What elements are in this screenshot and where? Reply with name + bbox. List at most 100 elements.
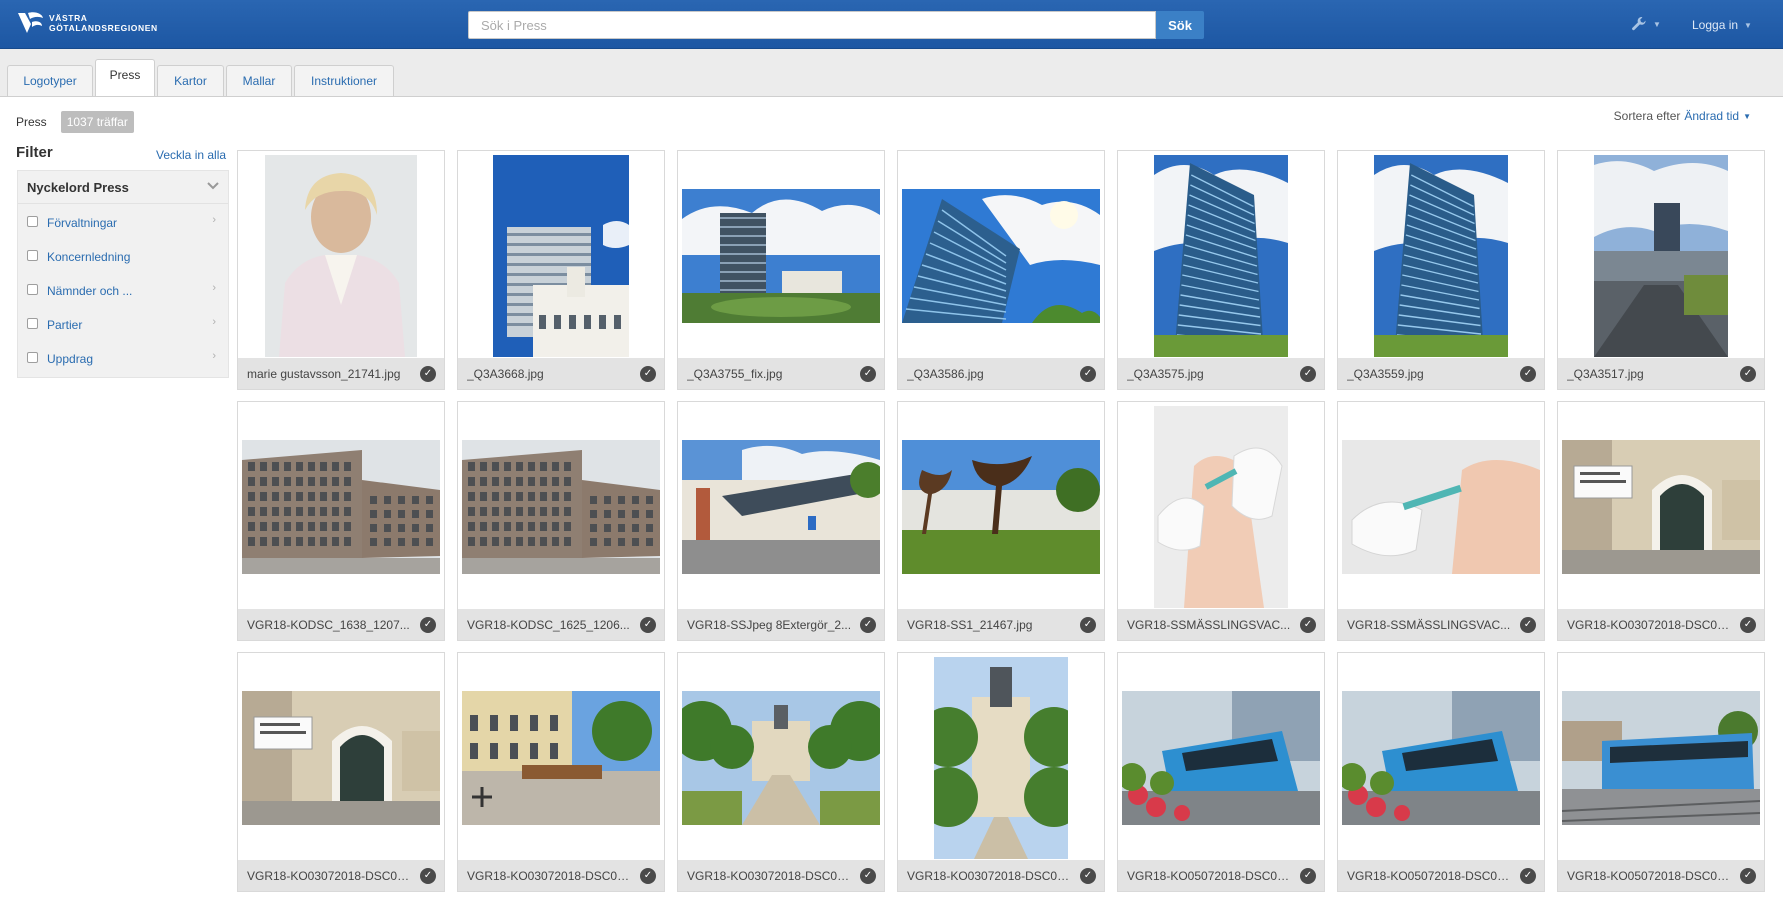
image-thumbnail[interactable]	[242, 155, 440, 357]
tab-mallar[interactable]: Mallar	[226, 65, 292, 96]
image-thumbnail[interactable]	[1122, 155, 1320, 357]
select-check-icon[interactable]: ✓	[1300, 617, 1316, 633]
login-menu[interactable]: Logga in ▼	[1692, 18, 1752, 32]
image-card[interactable]: _Q3A3559.jpg ✓	[1337, 150, 1545, 390]
filter-item-label[interactable]: Förvaltningar	[47, 216, 117, 230]
chevron-down-icon[interactable]: ▼	[1743, 112, 1751, 121]
tab-kartor[interactable]: Kartor	[157, 65, 224, 96]
filter-checkbox[interactable]	[27, 283, 38, 295]
image-thumbnail[interactable]	[682, 657, 880, 859]
image-thumbnail[interactable]	[462, 657, 660, 859]
image-card[interactable]: VGR18-KO05072018-DSC01... ✓	[1337, 652, 1545, 892]
filter-checkbox[interactable]	[27, 351, 38, 363]
image-caption: VGR18-KO05072018-DSC01...	[1127, 868, 1292, 883]
sort-dropdown[interactable]: Ändrad tid	[1684, 109, 1739, 123]
vgr-logo-mark-icon	[18, 12, 43, 33]
tab-press[interactable]: Press	[95, 59, 155, 97]
select-check-icon[interactable]: ✓	[1520, 868, 1536, 884]
image-thumbnail[interactable]	[1122, 657, 1320, 859]
image-card[interactable]: _Q3A3755_fix.jpg ✓	[677, 150, 885, 390]
image-thumbnail[interactable]	[462, 155, 660, 357]
select-check-icon[interactable]: ✓	[860, 868, 876, 884]
chevron-right-icon[interactable]: ›	[212, 316, 216, 328]
image-caption: _Q3A3755_fix.jpg	[687, 366, 783, 381]
select-check-icon[interactable]: ✓	[1740, 617, 1756, 633]
image-thumbnail[interactable]	[1122, 406, 1320, 608]
select-check-icon[interactable]: ✓	[1740, 366, 1756, 382]
image-card[interactable]: _Q3A3668.jpg ✓	[457, 150, 665, 390]
chevron-right-icon[interactable]: ›	[212, 350, 216, 362]
image-card[interactable]: VGR18-SSMÄSSLINGSVAC... ✓	[1337, 401, 1545, 641]
filter-item-label[interactable]: Koncernledning	[47, 250, 130, 264]
select-check-icon[interactable]: ✓	[1080, 868, 1096, 884]
image-card[interactable]: VGR18-KO03072018-DSC01... ✓	[237, 652, 445, 892]
select-check-icon[interactable]: ✓	[1080, 617, 1096, 633]
image-card[interactable]: VGR18-KO03072018-DSC01... ✓	[457, 652, 665, 892]
image-card[interactable]: _Q3A3517.jpg ✓	[1557, 150, 1765, 390]
image-card[interactable]: _Q3A3586.jpg ✓	[897, 150, 1105, 390]
tab-instruktioner[interactable]: Instruktioner	[294, 65, 394, 96]
select-check-icon[interactable]: ✓	[1520, 366, 1536, 382]
collapse-all-link[interactable]: Veckla in alla	[156, 148, 226, 162]
select-check-icon[interactable]: ✓	[860, 617, 876, 633]
select-check-icon[interactable]: ✓	[1300, 366, 1316, 382]
filter-item-koncernledning: Koncernledning	[18, 238, 228, 272]
select-check-icon[interactable]: ✓	[420, 617, 436, 633]
filter-item-label[interactable]: Uppdrag	[47, 352, 93, 366]
image-thumbnail[interactable]	[462, 406, 660, 608]
image-card[interactable]: VGR18-KODSC_1638_1207... ✓	[237, 401, 445, 641]
image-thumbnail[interactable]	[1562, 657, 1760, 859]
image-card[interactable]: VGR18-SS1_21467.jpg ✓	[897, 401, 1105, 641]
image-card[interactable]: VGR18-KO05072018-DSC01... ✓	[1557, 652, 1765, 892]
image-card[interactable]: VGR18-KO05072018-DSC01... ✓	[1117, 652, 1325, 892]
filter-checkbox[interactable]	[27, 317, 38, 329]
filter-checkbox[interactable]	[27, 249, 38, 261]
select-check-icon[interactable]: ✓	[1080, 366, 1096, 382]
image-caption-bar: VGR18-SSJpeg 8Extergör_2... ✓	[678, 609, 884, 640]
image-thumbnail[interactable]	[242, 406, 440, 608]
sort-label: Sortera efter	[1613, 109, 1681, 123]
breadcrumb-section[interactable]: Press	[16, 115, 47, 129]
filter-group-header[interactable]: Nyckelord Press	[18, 171, 228, 204]
image-card[interactable]: _Q3A3575.jpg ✓	[1117, 150, 1325, 390]
chevron-right-icon[interactable]: ›	[212, 214, 216, 226]
vgr-logo[interactable]: VÄSTRA GÖTALANDSREGIONEN	[16, 10, 158, 36]
image-thumbnail[interactable]	[902, 657, 1100, 859]
select-check-icon[interactable]: ✓	[640, 366, 656, 382]
image-thumbnail[interactable]	[1342, 657, 1540, 859]
select-check-icon[interactable]: ✓	[860, 366, 876, 382]
filter-item-label[interactable]: Nämnder och ...	[47, 284, 132, 298]
image-thumbnail[interactable]	[242, 657, 440, 859]
search-button[interactable]: Sök	[1156, 11, 1204, 39]
select-check-icon[interactable]: ✓	[420, 366, 436, 382]
search-form: Sök	[468, 11, 1204, 39]
image-card[interactable]: VGR18-KO03072018-DSC01... ✓	[677, 652, 885, 892]
filter-checkbox[interactable]	[27, 215, 38, 227]
image-thumbnail[interactable]	[1342, 406, 1540, 608]
image-thumbnail[interactable]	[902, 155, 1100, 357]
select-check-icon[interactable]: ✓	[1300, 868, 1316, 884]
select-check-icon[interactable]: ✓	[1520, 617, 1536, 633]
search-input[interactable]	[468, 11, 1156, 39]
image-card[interactable]: VGR18-KO03072018-DSC01... ✓	[897, 652, 1105, 892]
select-check-icon[interactable]: ✓	[420, 868, 436, 884]
image-card[interactable]: VGR18-KODSC_1625_1206... ✓	[457, 401, 665, 641]
select-check-icon[interactable]: ✓	[640, 868, 656, 884]
image-card[interactable]: VGR18-SSJpeg 8Extergör_2... ✓	[677, 401, 885, 641]
image-thumbnail[interactable]	[902, 406, 1100, 608]
chevron-right-icon[interactable]: ›	[212, 282, 216, 294]
image-card[interactable]: VGR18-KO03072018-DSC01... ✓	[1557, 401, 1765, 641]
image-thumbnail[interactable]	[1562, 155, 1760, 357]
select-check-icon[interactable]: ✓	[640, 617, 656, 633]
tools-menu[interactable]: ▼	[1631, 16, 1661, 32]
image-thumbnail[interactable]	[682, 406, 880, 608]
tab-logotyper[interactable]: Logotyper	[7, 65, 93, 96]
image-caption-bar: _Q3A3586.jpg ✓	[898, 358, 1104, 389]
image-thumbnail[interactable]	[1342, 155, 1540, 357]
image-thumbnail[interactable]	[1562, 406, 1760, 608]
filter-item-label[interactable]: Partier	[47, 318, 82, 332]
image-thumbnail[interactable]	[682, 155, 880, 357]
image-card[interactable]: marie gustavsson_21741.jpg ✓	[237, 150, 445, 390]
image-card[interactable]: VGR18-SSMÄSSLINGSVAC... ✓	[1117, 401, 1325, 641]
select-check-icon[interactable]: ✓	[1740, 868, 1756, 884]
